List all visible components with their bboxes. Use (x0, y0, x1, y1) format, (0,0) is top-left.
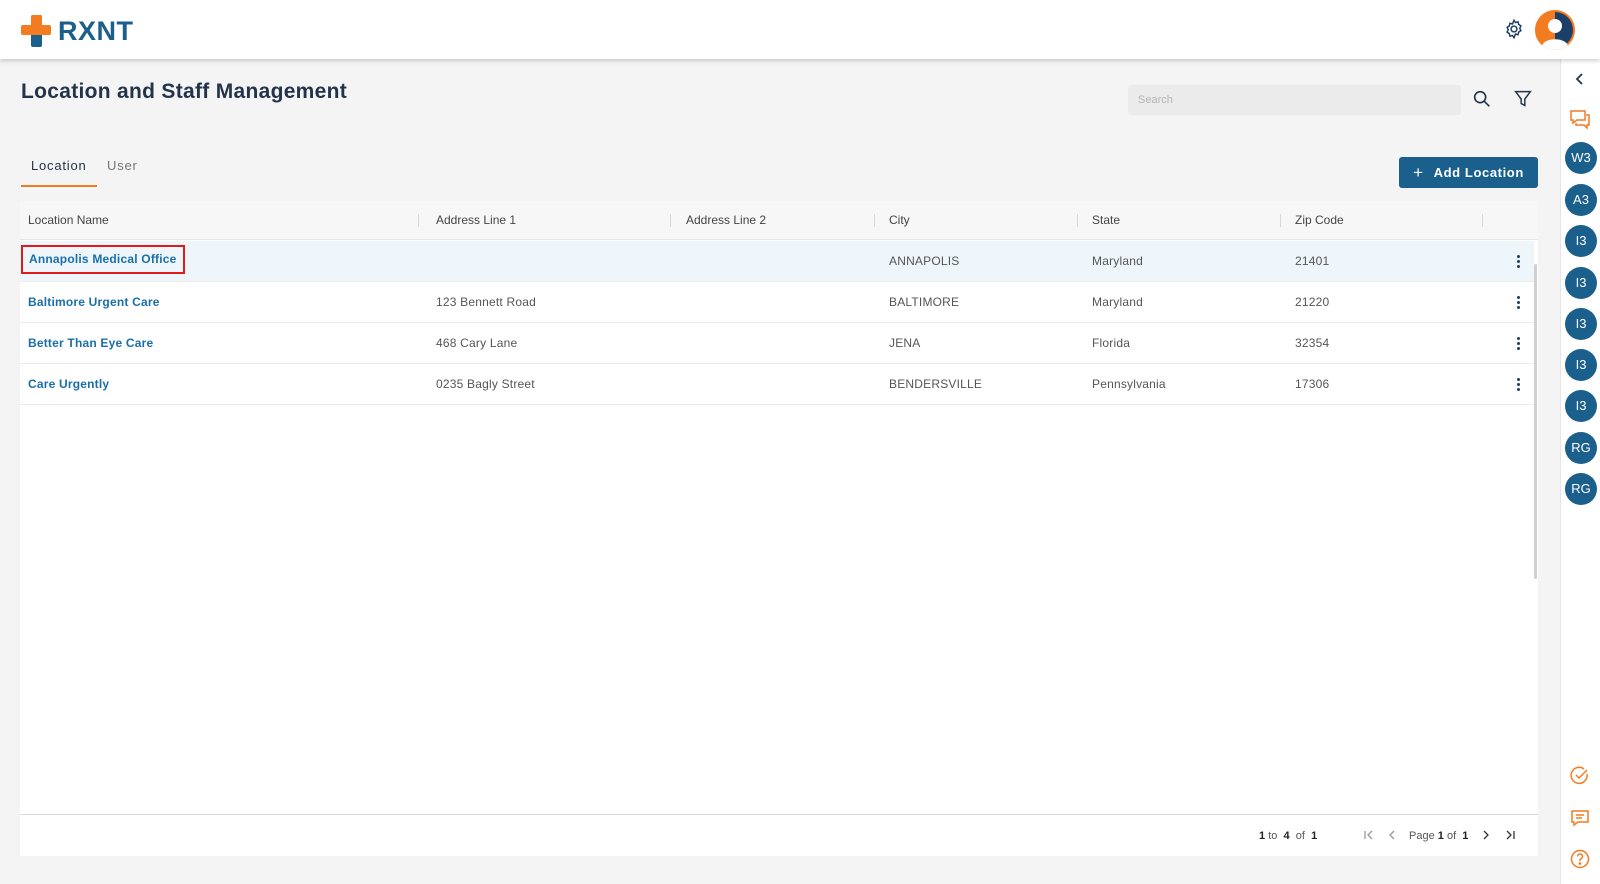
location-name-link[interactable]: Care Urgently (28, 364, 109, 404)
gear-icon[interactable] (1503, 18, 1525, 40)
address-line-1-cell: 468 Cary Lane (436, 336, 518, 350)
tab-user[interactable]: User (97, 150, 148, 187)
last-page-icon[interactable] (1502, 827, 1518, 843)
column-header-address-line-2[interactable]: Address Line 2 (686, 201, 766, 240)
location-name-link[interactable]: Baltimore Urgent Care (28, 282, 160, 322)
row-menu-icon[interactable] (1510, 335, 1526, 353)
search-input[interactable] (1128, 85, 1461, 115)
add-location-button[interactable]: + Add Location (1399, 157, 1538, 188)
location-table: Location Name Address Line 1 Address Lin… (20, 201, 1538, 856)
rail-badge[interactable]: A3 (1565, 184, 1597, 216)
user-avatar[interactable] (1535, 10, 1575, 50)
rail-badge[interactable]: I3 (1565, 267, 1597, 299)
rail-badge[interactable]: RG (1565, 473, 1597, 505)
table-row[interactable]: Annapolis Medical Office ANNAPOLIS Maryl… (20, 241, 1534, 282)
column-resize-handle[interactable] (1077, 214, 1078, 227)
rail-badge[interactable]: I3 (1565, 308, 1597, 340)
column-resize-handle[interactable] (874, 214, 875, 227)
rxnt-logo-mark (21, 15, 53, 47)
tab-bar: Location User (21, 150, 148, 187)
row-count-summary: 1 to 4 of 1 (1259, 830, 1318, 842)
rail-badge[interactable]: W3 (1565, 142, 1597, 174)
rail-badge[interactable]: I3 (1565, 225, 1597, 257)
zip-code-cell: 32354 (1295, 336, 1330, 350)
table-row[interactable]: Care Urgently 0235 Bagly Street BENDERSV… (20, 364, 1534, 405)
row-menu-icon[interactable] (1510, 253, 1526, 271)
column-resize-handle[interactable] (1280, 214, 1281, 227)
rail-badge[interactable]: RG (1565, 432, 1597, 464)
address-line-1-cell: 123 Bennett Road (436, 295, 536, 309)
state-cell: Maryland (1092, 295, 1143, 309)
location-name-link[interactable]: Annapolis Medical Office (21, 245, 185, 274)
message-icon[interactable] (1569, 807, 1591, 829)
state-cell: Maryland (1092, 254, 1143, 268)
column-header-state[interactable]: State (1092, 201, 1120, 240)
brand-name: RXNT (58, 15, 134, 46)
row-menu-icon[interactable] (1510, 376, 1526, 394)
zip-code-cell: 21220 (1295, 295, 1330, 309)
column-header-city[interactable]: City (889, 201, 910, 240)
column-header-zip-code[interactable]: Zip Code (1295, 201, 1344, 240)
column-resize-handle[interactable] (418, 214, 419, 227)
filter-icon[interactable] (1512, 88, 1534, 110)
rail-badge[interactable]: I3 (1565, 390, 1597, 422)
search-icon[interactable] (1471, 88, 1493, 110)
chevron-left-icon[interactable] (1573, 72, 1587, 86)
address-line-1-cell: 0235 Bagly Street (436, 377, 535, 391)
column-header-location-name[interactable]: Location Name (28, 201, 109, 240)
city-cell: JENA (889, 336, 921, 350)
plus-icon: + (1413, 162, 1424, 182)
column-resize-handle[interactable] (1482, 214, 1483, 227)
page-indicator: Page 1 of 1 (1409, 830, 1469, 842)
location-name-link[interactable]: Better Than Eye Care (28, 323, 153, 363)
pagination-bar: 1 to 4 of 1 Page 1 of 1 (20, 814, 1538, 856)
city-cell: BENDERSVILLE (889, 377, 983, 391)
state-cell: Florida (1092, 336, 1131, 350)
zip-code-cell: 21401 (1295, 254, 1330, 268)
user-silhouette-icon (1535, 10, 1575, 50)
row-menu-icon[interactable] (1510, 294, 1526, 312)
add-location-label: Add Location (1433, 165, 1524, 180)
rxnt-logo[interactable]: RXNT (21, 15, 134, 47)
table-row[interactable]: Baltimore Urgent Care 123 Bennett Road B… (20, 282, 1534, 323)
table-header: Location Name Address Line 1 Address Lin… (20, 201, 1538, 240)
right-rail (1560, 59, 1600, 884)
page-title: Location and Staff Management (21, 80, 348, 103)
check-circle-icon[interactable] (1569, 765, 1591, 787)
next-page-icon[interactable] (1478, 827, 1494, 843)
zip-code-cell: 17306 (1295, 377, 1330, 391)
top-header: RXNT (0, 0, 1600, 59)
rail-badge[interactable]: I3 (1565, 349, 1597, 381)
previous-page-icon[interactable] (1384, 827, 1400, 843)
city-cell: ANNAPOLIS (889, 254, 960, 268)
table-scrollbar[interactable] (1534, 264, 1537, 579)
first-page-icon[interactable] (1361, 827, 1377, 843)
column-header-address-line-1[interactable]: Address Line 1 (436, 201, 516, 240)
table-row[interactable]: Better Than Eye Care 468 Cary Lane JENA … (20, 323, 1534, 364)
chat-bubbles-icon[interactable] (1568, 108, 1592, 130)
city-cell: BALTIMORE (889, 295, 960, 309)
tab-location[interactable]: Location (21, 150, 97, 187)
state-cell: Pennsylvania (1092, 377, 1166, 391)
column-resize-handle[interactable] (670, 214, 671, 227)
help-icon[interactable] (1569, 848, 1591, 870)
